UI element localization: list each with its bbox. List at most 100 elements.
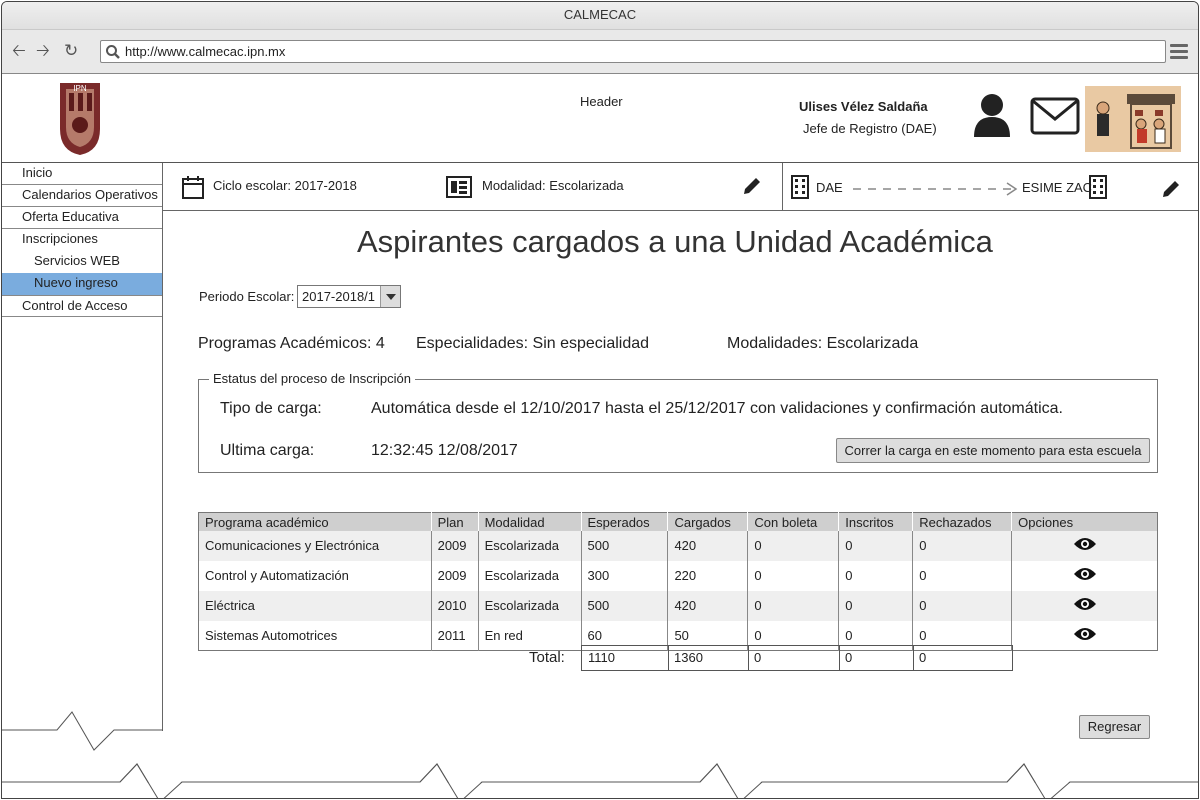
table-row: Comunicaciones y Electrónica 2009 Escola… [198,530,1158,561]
table-cell: 0 [912,590,1012,621]
eye-icon[interactable] [1073,566,1097,582]
total-con-boleta: 0 [748,645,840,671]
mail-icon[interactable] [1030,97,1080,135]
table-cell: 0 [912,560,1012,591]
table-cell: 0 [838,560,913,591]
table-cell: Control y Automatización [205,568,349,583]
building-icon [1089,175,1107,199]
total-esperados: 1110 [581,645,669,671]
table-cell: 0 [747,530,839,561]
column-header: Cargados [667,512,748,531]
run-load-button[interactable]: Correr la carga en este momento para est… [836,438,1150,463]
search-icon [106,45,120,59]
sidebar-item-nuevo-ingreso[interactable]: Nuevo ingreso [2,273,162,295]
eye-icon[interactable] [1073,596,1097,612]
table-cell: Eléctrica [198,590,432,621]
chevron-down-icon[interactable] [380,286,400,307]
calendar-icon [182,176,204,199]
modalidad-icon [446,176,472,198]
user-icon[interactable] [972,93,1012,137]
sidebar-item-oferta[interactable]: Oferta Educativa [2,207,162,229]
sidebar-item-inicio[interactable]: Inicio [2,163,162,185]
table-cell: 2010 [430,590,479,621]
sidebar-item-servicios-web[interactable]: Servicios WEB [2,251,162,273]
building-icon [791,175,809,199]
options-cell [1011,560,1158,591]
ultima-carga-value: 12:32:45 12/08/2017 [371,442,518,459]
codex-image [1085,86,1181,152]
aspirantes-table: Programa académico Plan Modalidad Espera… [198,512,1158,651]
column-header: Programa académico [198,512,432,531]
total-cargados: 1360 [668,645,749,671]
table-cell: 500 [580,590,668,621]
edit-pencil-icon[interactable] [741,175,763,197]
table-cell: 0 [838,590,913,621]
header-label: Header [580,94,623,109]
total-inscritos: 0 [839,645,914,671]
info-bar: Ciclo escolar: 2017-2018 Modalidad: Esco… [163,163,1198,211]
ipn-logo-text: IPN [73,84,87,93]
table-cell: 2009 [430,560,479,591]
periodo-value: 2017-2018/1 [302,289,376,304]
page-title: Aspirantes cargados a una Unidad Académi… [357,224,993,259]
bottom-torn-edge [2,763,1198,798]
totals-row: Total: 1110 1360 0 0 0 [198,645,1158,671]
table-cell: 0 [912,530,1012,561]
column-header: Rechazados [912,512,1012,531]
sidebar-item-inscripciones[interactable]: Inscripciones [2,229,162,251]
options-cell [1011,590,1158,621]
edit-pencil-icon[interactable] [1160,178,1182,200]
user-name: Ulises Vélez Saldaña [799,99,928,114]
column-header: Esperados [580,512,668,531]
ipn-logo: IPN [60,83,100,155]
status-legend: Estatus del proceso de Inscripción [209,371,415,386]
column-header: Con boleta [747,512,839,531]
periodo-select[interactable]: 2017-2018/1 [297,285,401,308]
modalidades: Modalidades: Escolarizada [727,335,919,352]
sidebar-torn-edge [2,711,163,751]
ultima-carga-label: Ultima carga: [220,442,315,459]
table-cell: Comunicaciones y Electrónica [198,530,432,561]
table-cell: 220 [667,560,748,591]
reload-icon[interactable]: ↻ [64,42,78,60]
table-cell: Escolarizada [477,590,581,621]
eye-icon[interactable] [1073,536,1097,552]
hamburger-menu-icon[interactable] [1170,44,1188,62]
url-bar[interactable]: http://www.calmecac.ipn.mx [100,40,1166,63]
table-cell: 2009 [430,530,479,561]
table-cell: 0 [747,590,839,621]
table-row: Control y Automatización 2009 Escolariza… [199,560,1158,591]
back-arrow-icon[interactable]: 🡠 [12,42,26,60]
total-label: Total: [529,649,565,666]
sidebar-item-control-acceso[interactable]: Control de Acceso [2,295,162,317]
column-header: Modalidad [477,512,581,531]
destination-school: ESIME ZAC [1022,180,1093,195]
especialidades: Especialidades: Sin especialidad [416,335,650,352]
url-text: http://www.calmecac.ipn.mx [125,44,286,59]
table-header-row: Programa académico Plan Modalidad Espera… [198,512,1158,531]
eye-icon[interactable] [1073,626,1097,642]
tipo-carga-value: Automática desde el 12/10/2017 hasta el … [371,400,1063,417]
modalidad: Modalidad: Escolarizada [482,178,624,193]
table-cell: 0 [838,530,913,561]
table-cell: 500 [580,530,668,561]
total-rechazados: 0 [913,645,1013,671]
table-cell: 420 [667,590,748,621]
regresar-button[interactable]: Regresar [1079,715,1150,739]
column-header: Inscritos [838,512,913,531]
sidebar-item-calendarios[interactable]: Calendarios Operativos [2,185,162,207]
column-header: Plan [430,512,479,531]
table-cell: 300 [580,560,668,591]
status-fieldset: Estatus del proceso de Inscripción Tipo … [198,371,1158,473]
user-role: Jefe de Registro (DAE) [803,121,937,136]
tipo-carga-label: Tipo de carga: [220,400,322,417]
origin-dae: DAE [816,180,843,195]
options-cell [1011,530,1158,561]
table-cell: Escolarizada [477,560,581,591]
periodo-label: Periodo Escolar: [199,289,295,304]
info-separator [782,163,783,211]
browser-window: CALMECAC 🡠 🡢 ↻ http://www.calmecac.ipn.m… [1,1,1199,799]
table-row: Eléctrica 2010 Escolarizada 500 420 0 0 … [198,590,1158,621]
ciclo-escolar: Ciclo escolar: 2017-2018 [213,178,357,193]
forward-arrow-icon[interactable]: 🡢 [36,42,50,60]
